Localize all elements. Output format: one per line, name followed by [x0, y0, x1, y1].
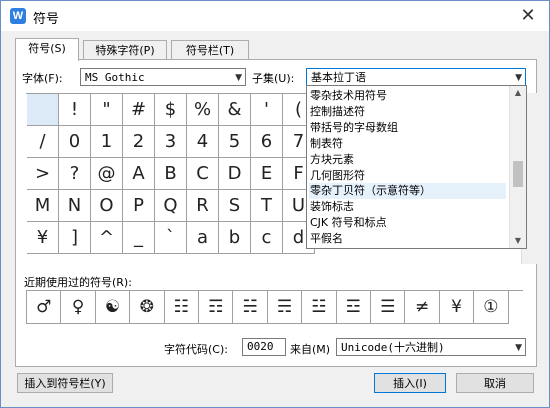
- symbol-cell[interactable]: $: [155, 94, 187, 126]
- chevron-down-icon: ▼: [515, 73, 522, 83]
- from-select[interactable]: Unicode(十六进制) ▼: [336, 338, 526, 356]
- symbol-cell[interactable]: D: [219, 158, 251, 190]
- symbol-cell[interactable]: 6: [251, 126, 283, 158]
- symbol-cell[interactable]: [27, 94, 59, 126]
- cancel-button[interactable]: 取消: [456, 373, 534, 393]
- symbol-cell[interactable]: 5: [219, 126, 251, 158]
- tab-symbols[interactable]: 符号(S): [15, 38, 79, 61]
- subset-dropdown-scrollbar[interactable]: ▲ ▼: [509, 86, 526, 248]
- recent-symbol-cell[interactable]: ♂: [27, 291, 62, 324]
- symbol-cell[interactable]: 1: [91, 126, 123, 158]
- subset-select[interactable]: 基本拉丁语 ▼: [306, 68, 526, 86]
- recent-symbol-cell[interactable]: ☰: [371, 291, 406, 324]
- symbol-cell[interactable]: 2: [123, 126, 155, 158]
- recent-symbol-cell[interactable]: ¥: [439, 291, 475, 324]
- subset-option[interactable]: 零杂丁贝符（示意符等）: [309, 183, 506, 200]
- symbol-cell[interactable]: C: [187, 158, 219, 190]
- from-value: Unicode(十六进制): [341, 341, 445, 354]
- font-value: MS Gothic: [85, 71, 145, 84]
- symbol-cell[interactable]: ¥: [27, 222, 59, 254]
- recent-symbol-cell[interactable]: ♀: [61, 291, 96, 324]
- symbol-cell[interactable]: 3: [155, 126, 187, 158]
- scroll-down-icon[interactable]: ▼: [510, 234, 526, 248]
- symbol-cell[interactable]: c: [251, 222, 283, 254]
- insert-button[interactable]: 插入(I): [374, 373, 446, 393]
- symbol-cell[interactable]: %: [187, 94, 219, 126]
- recent-symbols: ♂ ♀ ☯ ❂ ☷ ☶ ☵ ☴ ☳ ☲ ☰ ≠ ¥ ①: [26, 290, 523, 324]
- recent-symbol-cell[interactable]: ❂: [130, 291, 165, 324]
- subset-option[interactable]: 几何图形符: [309, 168, 506, 184]
- font-label: 字体(F):: [22, 72, 63, 85]
- from-label: 来自(M): [290, 343, 331, 356]
- symbol-cell[interactable]: #: [123, 94, 155, 126]
- subset-option[interactable]: CJK 符号和标点: [309, 215, 506, 231]
- symbol-dialog: W 符号 ✕ 符号(S) 特殊字符(P) 符号栏(T) 字体(F): MS Go…: [0, 0, 550, 408]
- subset-label: 子集(U):: [252, 72, 295, 85]
- symbol-cell[interactable]: N: [59, 190, 91, 222]
- symbol-cell[interactable]: `: [155, 222, 187, 254]
- dialog-title: 符号: [33, 12, 60, 27]
- recent-symbol-cell[interactable]: ☴: [267, 291, 303, 324]
- subset-option[interactable]: 制表符: [309, 136, 506, 152]
- symbol-cell[interactable]: O: [91, 190, 123, 222]
- recent-symbol-cell[interactable]: ☶: [199, 291, 234, 324]
- symbol-cell[interactable]: E: [251, 158, 283, 190]
- symbol-cell[interactable]: /: [27, 126, 59, 158]
- close-icon[interactable]: ✕: [517, 5, 539, 27]
- symbol-cell[interactable]: &: [219, 94, 251, 126]
- scroll-thumb[interactable]: [513, 161, 523, 187]
- symbol-cell[interactable]: A: [123, 158, 155, 190]
- tab-symbol-bar[interactable]: 符号栏(T): [171, 40, 249, 60]
- symbol-cell[interactable]: @: [91, 158, 123, 190]
- symbol-cell[interactable]: M: [27, 190, 59, 222]
- app-icon: W: [10, 8, 26, 24]
- tab-special-chars[interactable]: 特殊字符(P): [83, 40, 167, 60]
- symbol-cell[interactable]: ]: [59, 222, 91, 254]
- recent-symbol-cell[interactable]: ☷: [164, 291, 199, 324]
- subset-option[interactable]: 方块元素: [309, 152, 506, 168]
- symbol-cell[interactable]: !: [59, 94, 91, 126]
- subset-dropdown-list[interactable]: 零杂技术用符号 控制描述符 带括号的字母数组 制表符 方块元素 几何图形符 零杂丁贝符（示意…: [306, 85, 527, 249]
- char-code-label: 字符代码(C):: [164, 343, 228, 356]
- symbol-cell[interactable]: 0: [59, 126, 91, 158]
- symbol-cell[interactable]: a: [187, 222, 219, 254]
- symbol-cell[interactable]: B: [155, 158, 187, 190]
- char-code-input[interactable]: 0020: [242, 338, 286, 356]
- subset-option[interactable]: 带括号的字母数组: [309, 120, 506, 136]
- symbol-cell[interactable]: ^: [91, 222, 123, 254]
- symbol-cell[interactable]: ': [251, 94, 283, 126]
- symbol-cell[interactable]: _: [123, 222, 155, 254]
- scroll-up-icon[interactable]: ▲: [510, 86, 526, 100]
- font-select[interactable]: MS Gothic ▼: [80, 68, 246, 86]
- recent-label: 近期使用过的符号(R):: [24, 276, 132, 289]
- recent-symbol-cell[interactable]: ☲: [336, 291, 371, 324]
- insert-to-symbol-bar-button[interactable]: 插入到符号栏(Y): [17, 373, 113, 393]
- recent-symbol-cell[interactable]: ☯: [95, 291, 131, 324]
- symbol-cell[interactable]: ?: [59, 158, 91, 190]
- subset-value: 基本拉丁语: [311, 71, 366, 84]
- subset-option[interactable]: 平假名: [309, 231, 506, 247]
- symbol-cell[interactable]: 4: [187, 126, 219, 158]
- recent-symbol-cell[interactable]: ☳: [302, 291, 337, 324]
- chevron-down-icon: ▼: [515, 343, 522, 353]
- symbol-cell[interactable]: ": [91, 94, 123, 126]
- subset-option[interactable]: 控制描述符: [309, 104, 506, 120]
- subset-option[interactable]: 装饰标志: [309, 199, 506, 215]
- symbol-cell[interactable]: T: [251, 190, 283, 222]
- chevron-down-icon: ▼: [235, 73, 242, 83]
- recent-symbol-cell[interactable]: ①: [474, 291, 509, 324]
- symbol-cell[interactable]: P: [123, 190, 155, 222]
- symbol-cell[interactable]: S: [219, 190, 251, 222]
- symbol-cell[interactable]: R: [187, 190, 219, 222]
- subset-option[interactable]: 零杂技术用符号: [309, 88, 506, 104]
- symbol-cell[interactable]: b: [219, 222, 251, 254]
- recent-symbol-cell[interactable]: ☵: [233, 291, 268, 324]
- recent-symbol-cell[interactable]: ≠: [405, 291, 440, 324]
- symbol-cell[interactable]: Q: [155, 190, 187, 222]
- symbol-cell[interactable]: >: [27, 158, 59, 190]
- title-bar: W 符号 ✕: [1, 1, 549, 31]
